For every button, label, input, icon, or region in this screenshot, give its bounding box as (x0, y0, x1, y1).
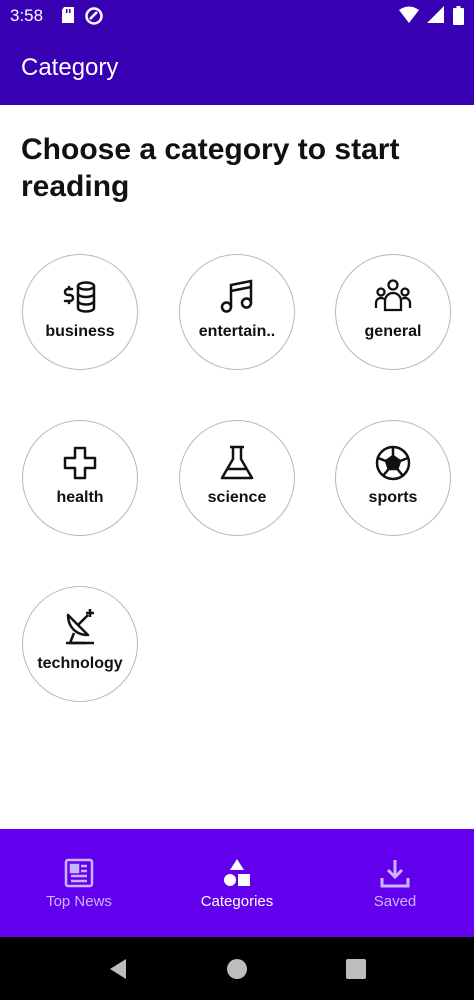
category-label: science (207, 489, 267, 506)
nav-saved[interactable]: Saved (316, 829, 474, 937)
shapes-icon (224, 859, 250, 886)
newspaper-icon (64, 858, 94, 888)
people-group-icon (374, 279, 412, 312)
download-icon (380, 860, 410, 888)
category-health[interactable]: health (22, 420, 138, 536)
page-title: Category (21, 54, 119, 81)
nav-label: Categories (200, 893, 274, 910)
satellite-dish-icon (66, 609, 94, 645)
music-note-icon (220, 279, 253, 313)
category-science[interactable]: science (179, 420, 295, 536)
category-business[interactable]: business (22, 254, 138, 370)
battery-icon (453, 6, 464, 25)
bottom-navigation: Top News Categories Saved (0, 829, 474, 937)
category-technology[interactable]: technology (22, 586, 138, 702)
category-label: health (56, 489, 104, 506)
recents-icon[interactable] (344, 957, 368, 981)
nav-categories[interactable]: Categories (158, 829, 316, 937)
section-heading: Choose a category to start reading (21, 133, 400, 203)
category-sports[interactable]: sports (335, 420, 451, 536)
app-bar: Category (0, 32, 474, 105)
category-label: entertain.. (198, 323, 276, 340)
category-label: technology (37, 655, 123, 672)
nav-label: Top News (46, 893, 112, 910)
medical-cross-icon (63, 446, 97, 480)
money-coins-icon (63, 281, 96, 313)
signal-icon (427, 6, 444, 23)
nav-label: Saved (373, 893, 417, 910)
category-entertainment[interactable]: entertain.. (179, 254, 295, 370)
status-bar: 3:58 (0, 0, 474, 32)
status-time: 3:58 (10, 6, 44, 25)
flask-icon (220, 445, 254, 480)
category-label: sports (368, 489, 418, 506)
category-label: general (364, 323, 422, 340)
home-icon[interactable] (225, 957, 249, 981)
category-general[interactable]: general (335, 254, 451, 370)
back-icon[interactable] (106, 957, 130, 981)
category-label: business (45, 323, 115, 340)
wifi-icon (399, 6, 419, 23)
nav-top-news[interactable]: Top News (0, 829, 158, 937)
system-navigation-bar (0, 937, 474, 1000)
soccer-ball-icon (375, 445, 411, 481)
data-saver-icon (85, 7, 103, 25)
sd-card-icon (62, 7, 74, 23)
